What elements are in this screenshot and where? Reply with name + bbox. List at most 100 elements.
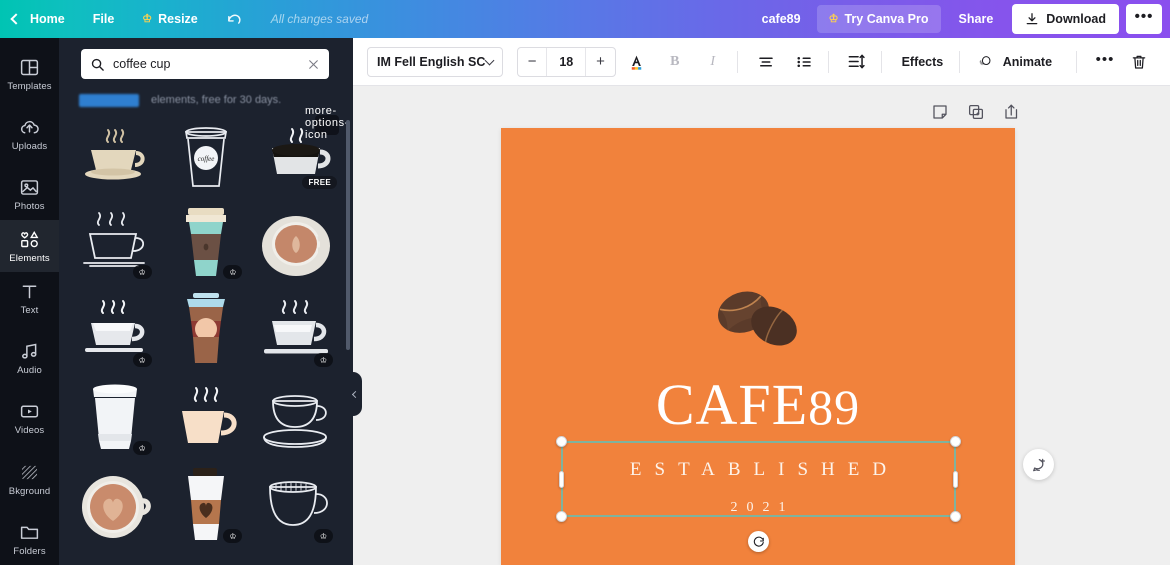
element-thumb[interactable]: FREE more-options-icon — [254, 105, 348, 199]
element-thumb[interactable]: ♔ — [164, 463, 249, 551]
resize-handle-middle-left[interactable] — [559, 471, 564, 488]
home-button[interactable]: Home — [0, 0, 79, 38]
video-icon — [20, 405, 39, 418]
element-thumb[interactable]: ♔ — [164, 199, 249, 287]
sidebar-item-elements[interactable]: Elements — [0, 220, 59, 273]
text-color-icon — [632, 55, 642, 70]
line-spacing-button[interactable] — [840, 45, 874, 79]
resize-handle-bottom-left[interactable] — [556, 511, 567, 522]
more-options-button[interactable]: ••• — [1126, 4, 1162, 34]
download-button[interactable]: Download — [1012, 4, 1119, 34]
italic-label: I — [710, 53, 716, 69]
element-thumb[interactable]: ♔ — [254, 287, 339, 375]
sidebar-item-templates[interactable]: Templates — [0, 48, 59, 100]
toolbar-divider — [736, 50, 738, 73]
element-thumb[interactable] — [164, 375, 249, 463]
sidebar-label-elements: Elements — [9, 253, 50, 265]
element-thumb[interactable]: ♔ — [73, 199, 158, 287]
panel-scrollbar[interactable] — [346, 120, 350, 350]
element-thumb[interactable]: ♔ — [73, 287, 158, 375]
element-thumb[interactable]: ♔ — [73, 375, 158, 463]
add-page-icon[interactable] — [1003, 103, 1021, 121]
rotate-handle[interactable] — [748, 531, 769, 552]
bold-button[interactable]: B — [658, 45, 692, 79]
resize-handle-middle-right[interactable] — [953, 471, 958, 488]
save-status: All changes saved — [270, 12, 369, 26]
toolbar-divider — [959, 50, 961, 73]
panel-header — [59, 38, 353, 89]
resize-handle-top-left[interactable] — [556, 436, 567, 447]
latte-top-view-icon — [261, 216, 330, 276]
undo-button[interactable] — [212, 0, 257, 38]
templates-icon — [20, 59, 39, 76]
try-canva-pro-button[interactable]: ♔ Try Canva Pro — [816, 5, 941, 33]
account-name[interactable]: cafe89 — [750, 12, 813, 26]
file-menu-button[interactable]: File — [79, 0, 129, 38]
font-size-value[interactable]: 18 — [546, 47, 587, 76]
element-thumb[interactable] — [254, 375, 339, 463]
italic-button[interactable]: I — [696, 45, 730, 79]
chevron-down-icon — [484, 55, 495, 65]
search-input[interactable] — [113, 57, 307, 71]
sidebar-item-folders[interactable]: Folders — [0, 513, 59, 565]
top-bar-left-group: Home File ♔ Resize All changes saved — [0, 0, 382, 38]
notes-icon[interactable] — [931, 103, 949, 121]
sidebar-item-videos[interactable]: Videos — [0, 393, 59, 445]
coffee-cup-saucer-beige-icon — [85, 129, 145, 180]
share-button[interactable]: Share — [947, 5, 1006, 33]
sidebar-item-photos[interactable]: Photos — [0, 168, 59, 220]
rotate-handle-icon — [753, 536, 764, 547]
home-label: Home — [30, 12, 65, 26]
bullet-list-button[interactable] — [787, 45, 821, 79]
audio-icon — [22, 343, 37, 359]
pro-crown-badge: ♔ — [132, 265, 152, 279]
collapse-panel-button[interactable] — [345, 372, 362, 416]
resize-handle-bottom-right[interactable] — [950, 511, 961, 522]
font-family-value: IM Fell English SC — [377, 54, 486, 69]
delete-button[interactable] — [1122, 45, 1156, 79]
pro-crown-badge: ♔ — [313, 353, 333, 367]
font-size-decrease-button[interactable]: − — [518, 48, 546, 76]
sidebar-label-uploads: Uploads — [11, 140, 48, 152]
toolbar-more-button[interactable]: ••• — [1088, 45, 1122, 79]
upload-cloud-icon — [21, 120, 39, 134]
sidebar-item-uploads[interactable]: Uploads — [0, 108, 59, 160]
element-thumb[interactable] — [73, 111, 158, 199]
promo-text: elements, free for 30 days. — [151, 94, 282, 106]
sidebar-item-text[interactable]: Text — [0, 272, 59, 324]
coffee-beans-icon[interactable] — [712, 281, 804, 356]
add-comment-button[interactable] — [1023, 449, 1054, 480]
sidebar-label-templates: Templates — [7, 80, 52, 92]
sidebar-item-background[interactable]: Bkground — [0, 453, 59, 505]
page-tools — [931, 103, 1021, 121]
element-thumb[interactable] — [73, 463, 158, 551]
resize-button[interactable]: ♔ Resize — [128, 0, 211, 38]
more-options-icon[interactable]: more-options-icon — [305, 105, 348, 141]
element-thumb[interactable]: ♔ — [254, 463, 339, 551]
promo-badge — [79, 93, 139, 107]
sidebar-label-folders: Folders — [13, 545, 46, 557]
text-align-button[interactable] — [749, 45, 783, 79]
trash-icon — [1132, 55, 1146, 69]
element-thumb[interactable] — [254, 199, 339, 287]
font-family-select[interactable]: IM Fell English SC — [367, 46, 503, 77]
pro-crown-badge: ♔ — [223, 529, 243, 543]
search-box[interactable] — [81, 49, 329, 79]
font-size-increase-button[interactable]: + — [586, 48, 614, 76]
element-thumb[interactable]: coffee — [164, 111, 249, 199]
animate-button[interactable]: Animate — [971, 45, 1069, 79]
toolbar-divider — [880, 50, 882, 73]
resize-handle-top-right[interactable] — [950, 436, 961, 447]
align-center-icon — [758, 57, 773, 66]
effects-button[interactable]: Effects — [893, 45, 953, 79]
selection-box[interactable] — [556, 436, 961, 522]
brand-title[interactable]: CAFE89 — [501, 376, 1015, 434]
duplicate-page-icon[interactable] — [967, 103, 985, 121]
element-thumb[interactable] — [164, 287, 249, 375]
text-color-button[interactable] — [620, 45, 654, 79]
photo-icon — [20, 180, 39, 195]
close-icon[interactable] — [307, 58, 320, 71]
bold-label: B — [670, 53, 680, 69]
left-rail: Templates Uploads Photos Elements Text A… — [0, 38, 59, 565]
sidebar-item-audio[interactable]: Audio — [0, 333, 59, 385]
